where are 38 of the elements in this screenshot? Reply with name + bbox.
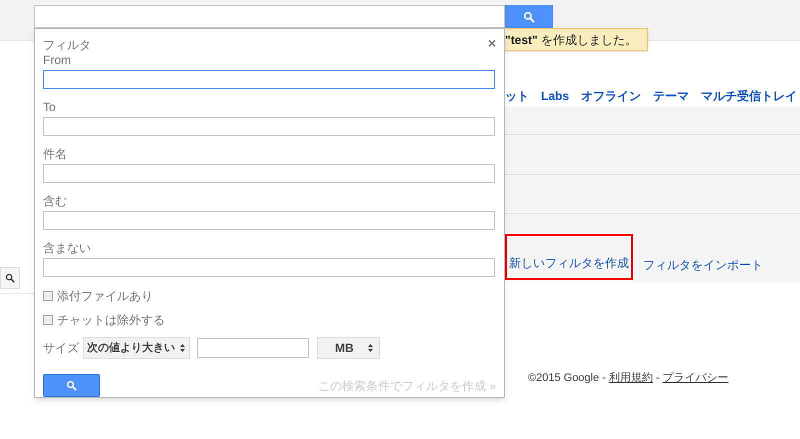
- field-label: 含まない: [43, 241, 92, 256]
- size-label: サイズ: [43, 340, 79, 357]
- settings-tab[interactable]: ット: [505, 87, 529, 105]
- sort-arrows-icon: [367, 343, 374, 353]
- terms-link[interactable]: 利用規約: [608, 370, 653, 386]
- checkbox-label: チャットは除外する: [57, 312, 165, 329]
- settings-tab[interactable]: Labs: [541, 87, 570, 105]
- search-button[interactable]: [43, 374, 100, 397]
- panel-title: フィルタ: [43, 37, 91, 53]
- size-operator-select[interactable]: 次の値より大きい: [83, 337, 190, 359]
- checkbox[interactable]: [43, 291, 53, 301]
- checkbox-label: 添付ファイルあり: [57, 288, 153, 305]
- checkbox[interactable]: [43, 315, 53, 325]
- field-label: To: [43, 100, 57, 115]
- field-label: 件名: [43, 147, 68, 162]
- filter-action-link[interactable]: フィルタをインポート: [641, 256, 765, 274]
- unit-select[interactable]: MB: [317, 337, 380, 359]
- filter-action-link[interactable]: 新しいフィルタを作成: [505, 234, 633, 280]
- filter-input-field[interactable]: [43, 70, 495, 89]
- separator-text: -: [656, 371, 660, 386]
- settings-tab[interactable]: マルチ受信トレイ: [701, 87, 798, 105]
- settings-tab[interactable]: オフライン: [581, 87, 642, 105]
- settings-tab[interactable]: テーマ: [653, 87, 690, 105]
- filter-input-field[interactable]: [43, 258, 495, 277]
- close-button[interactable]: ×: [488, 33, 496, 54]
- search-icon: [66, 380, 77, 391]
- copyright-text: ©2015 Google -: [528, 371, 606, 386]
- field-label: 含む: [43, 194, 68, 209]
- search-icon: [523, 10, 535, 22]
- filter-input-field[interactable]: [43, 211, 495, 230]
- privacy-link[interactable]: プライバシー: [662, 370, 728, 386]
- sort-arrows-icon: [179, 343, 186, 353]
- field-label: From: [43, 53, 72, 68]
- filter-input-field[interactable]: [43, 164, 495, 183]
- size-input-field[interactable]: [197, 338, 309, 358]
- filter-input-field[interactable]: [43, 117, 495, 136]
- search-field[interactable]: [34, 5, 505, 28]
- search-icon: [5, 273, 15, 283]
